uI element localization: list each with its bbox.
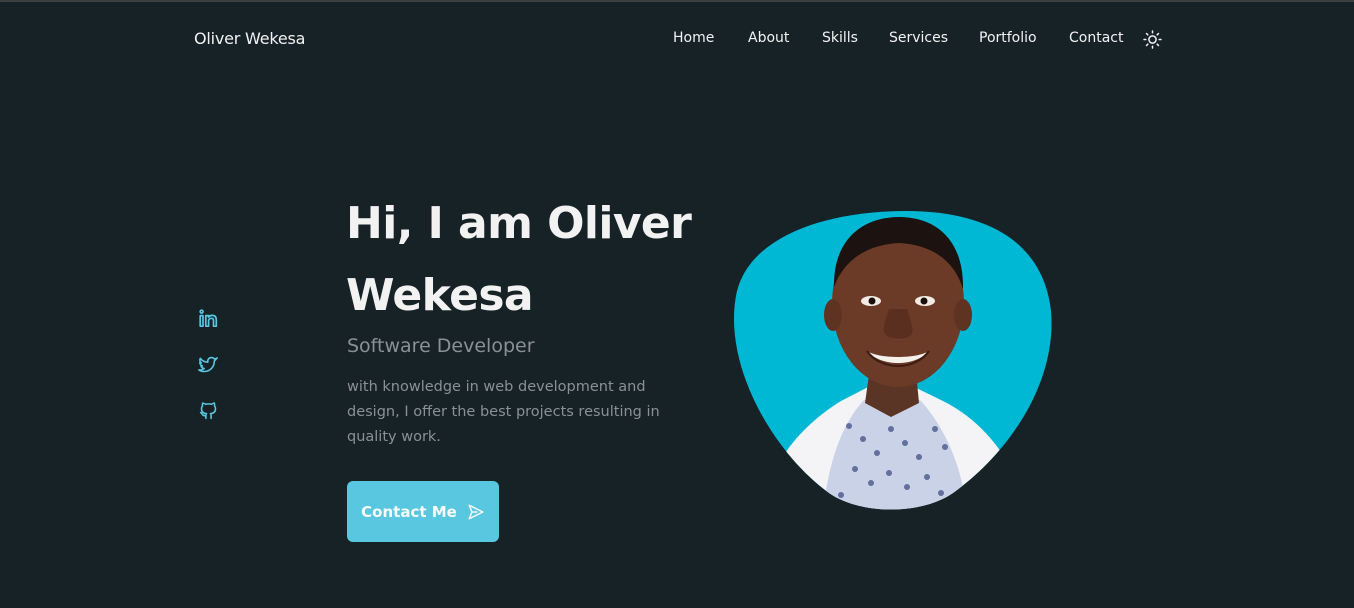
nav-about[interactable]: About [748, 30, 789, 46]
contact-me-label: Contact Me [361, 502, 457, 521]
twitter-icon[interactable] [198, 354, 219, 375]
hero-subtitle: Software Developer [347, 335, 535, 357]
nav-skills[interactable]: Skills [822, 30, 858, 46]
nav-home[interactable]: Home [673, 30, 714, 46]
hero-description: with knowledge in web development and de… [347, 379, 660, 445]
hero-title: Hi, I am Oliver Wekesa [346, 198, 692, 321]
sun-icon[interactable] [1143, 30, 1162, 49]
contact-me-button[interactable]: Contact Me [347, 481, 499, 542]
nav-portfolio[interactable]: Portfolio [979, 30, 1037, 46]
home-page: Oliver Wekesa Home About Skills Services… [0, 0, 1354, 608]
nav-contact[interactable]: Contact [1069, 30, 1123, 46]
github-icon[interactable] [198, 400, 219, 421]
linkedin-icon[interactable] [198, 308, 219, 329]
send-icon [467, 503, 485, 521]
profile-photo [731, 211, 1053, 511]
nav-services[interactable]: Services [889, 30, 948, 46]
